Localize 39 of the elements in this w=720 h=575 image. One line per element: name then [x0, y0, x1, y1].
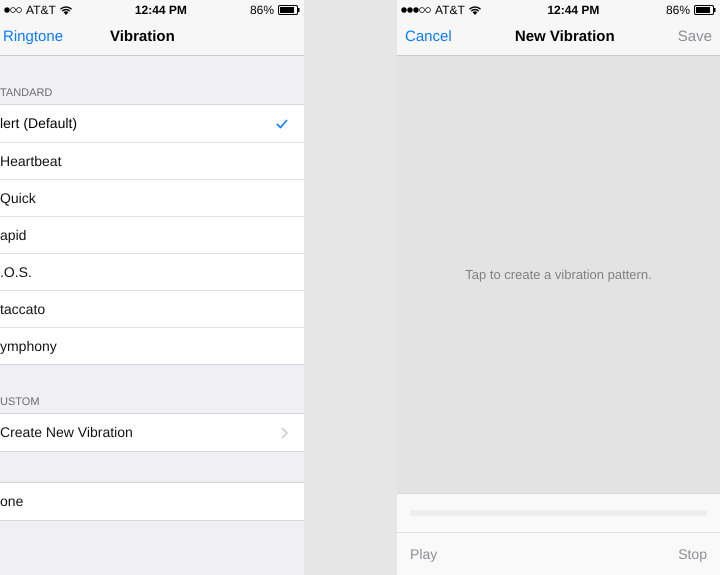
signal-icon — [4, 7, 22, 13]
row-label: .O.S. — [0, 262, 32, 282]
cancel-button[interactable]: Cancel — [405, 26, 452, 49]
row-label: ymphony — [0, 336, 57, 356]
status-time: 12:44 PM — [134, 2, 187, 19]
list-row[interactable]: apid — [0, 216, 304, 253]
battery-icon — [694, 5, 716, 15]
battery-icon — [278, 5, 300, 15]
list-row[interactable]: .O.S. — [0, 253, 304, 290]
list-row[interactable]: one — [0, 483, 304, 520]
chevron-icon — [281, 426, 288, 438]
battery-percent: 86% — [250, 2, 274, 19]
nav-title: Vibration — [110, 27, 175, 48]
section-header: TANDARD — [0, 86, 52, 102]
list-row[interactable]: lert (Default) — [0, 105, 304, 142]
row-label: lert (Default) — [0, 114, 78, 133]
wifi-icon — [468, 6, 481, 14]
checkmark-icon — [276, 118, 288, 128]
list-row[interactable]: Heartbeat — [0, 142, 304, 179]
row-label: apid — [0, 226, 26, 245]
battery-percent: 86% — [666, 2, 690, 19]
section-header: USTOM — [0, 395, 40, 410]
nav-title: New Vibration — [514, 27, 615, 48]
status-time: 12:44 PM — [547, 2, 600, 19]
list-row[interactable]: ymphony — [0, 327, 304, 364]
carrier-name: AT&T — [435, 2, 465, 19]
carrier-name: AT&T — [26, 2, 56, 19]
list-row[interactable]: Create New Vibration — [0, 414, 304, 451]
list-row[interactable]: taccato — [0, 290, 304, 327]
row-label: Heartbeat — [0, 152, 62, 170]
wifi-icon — [60, 6, 72, 14]
hint-text: Tap to create a vibration pattern. — [465, 266, 652, 284]
row-label: one — [0, 492, 24, 511]
row-label: Create New Vibration — [0, 423, 133, 442]
back-link[interactable]: Ringtone — [0, 26, 64, 49]
list-row[interactable]: Quick — [0, 179, 304, 216]
row-label: taccato — [0, 300, 46, 318]
row-label: Quick — [0, 188, 36, 208]
signal-icon — [401, 7, 431, 13]
